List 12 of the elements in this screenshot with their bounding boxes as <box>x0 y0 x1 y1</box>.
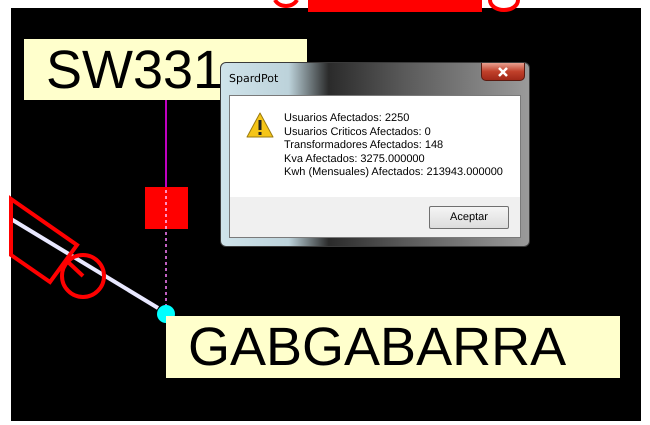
message-text: Usuarios Criticos Afectados: 0 <box>284 126 432 139</box>
warning-icon <box>246 112 274 138</box>
accept-button[interactable]: Aceptar <box>429 206 509 228</box>
message-text: Kwh (Mensuales) Afectados: 213943.000000 <box>284 166 503 180</box>
message-text: Usuarios Afectados: 2250 <box>284 112 410 126</box>
node-square <box>145 187 188 229</box>
message-text: Kva Afectados: 3275.000000 <box>284 152 426 166</box>
window-title: SpardPot <box>229 72 278 85</box>
text-label: GABGABARRA <box>166 316 620 378</box>
close-button[interactable] <box>481 63 525 81</box>
close-icon <box>497 66 509 76</box>
message-text: Transformadores Afectados: 148 <box>284 139 444 152</box>
